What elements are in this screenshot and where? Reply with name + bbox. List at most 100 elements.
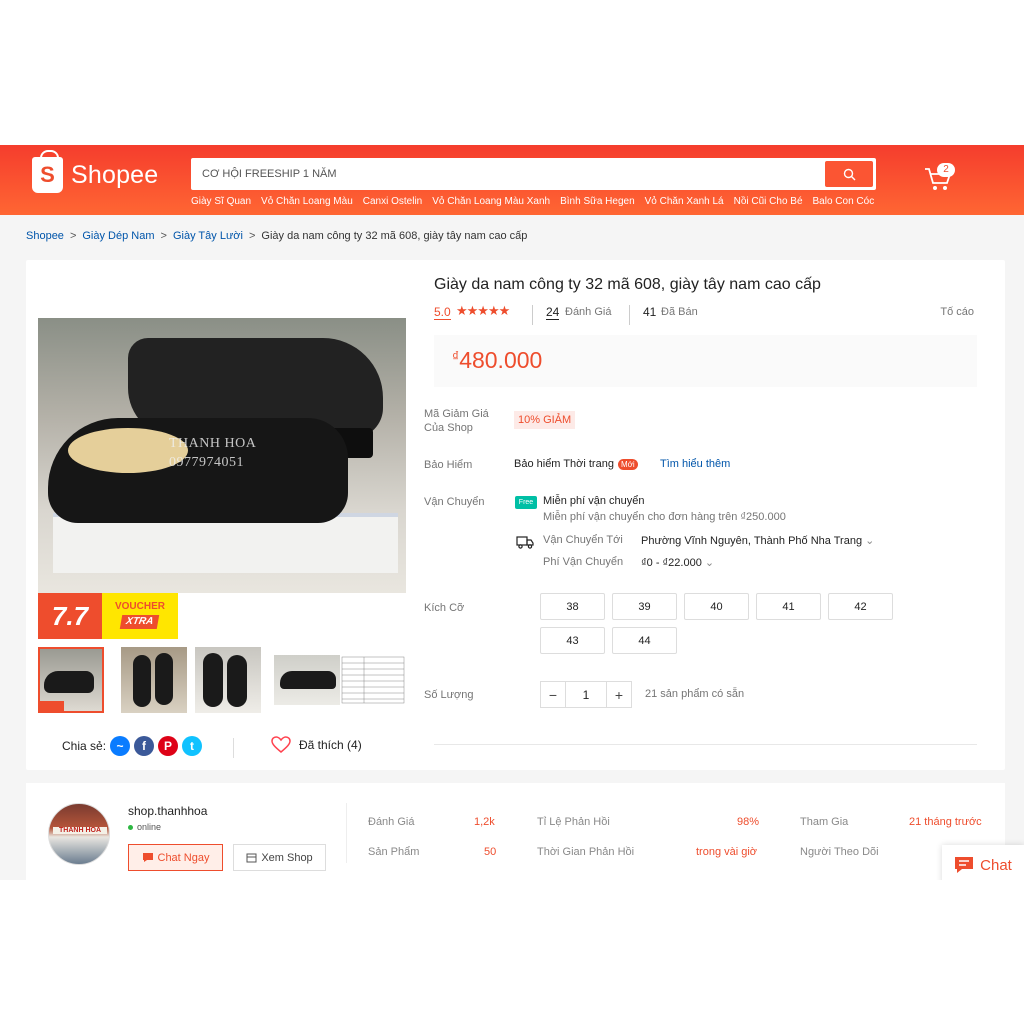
shopping-bag-icon: S (32, 150, 63, 193)
thumbnail-promo (40, 701, 64, 711)
size-option[interactable]: 43 (540, 627, 605, 654)
shop-voucher-tag[interactable]: 10% GIẢM (514, 411, 576, 429)
quantity-input[interactable]: 1 (566, 681, 606, 708)
learn-more-link[interactable]: Tìm hiểu thêm (660, 458, 730, 470)
breadcrumb-link[interactable]: Shopee (26, 230, 64, 242)
thumbnail[interactable] (195, 647, 261, 713)
ship-to-location[interactable]: Phường Vĩnh Nguyên, Thành Phố Nha Trang … (641, 534, 874, 547)
keyword-link[interactable]: Nồi Cũi Cho Bé (734, 196, 803, 207)
cart-count-badge: 2 (937, 163, 955, 177)
shop-stat-label: Sản Phẩm (368, 846, 420, 858)
size-option[interactable]: 40 (684, 593, 749, 620)
sold-label: Đã Bán (661, 306, 698, 318)
watermark-line: THANH HOA (169, 436, 257, 451)
product-title: Giày da nam công ty 32 mã 608, giày tây … (434, 276, 821, 293)
quantity-stepper: − 1 + (540, 681, 632, 708)
product-main-image[interactable]: THANH HOA 0977974051 (38, 318, 406, 593)
shipping-fee[interactable]: ₫0 - ₫22.000 ⌄ (641, 556, 714, 569)
pinterest-icon[interactable]: P (158, 736, 179, 756)
search-button[interactable] (825, 161, 873, 187)
keyword-link[interactable]: Canxi Ostelin (363, 196, 422, 207)
view-shop-label: Xem Shop (261, 851, 313, 864)
breadcrumb-link[interactable]: Giày Tây Lười (173, 230, 243, 242)
search-input[interactable]: CƠ HỘI FREESHIP 1 NĂM (202, 168, 337, 180)
review-label: Đánh Giá (565, 306, 612, 318)
size-option[interactable]: 39 (612, 593, 677, 620)
chevron-right-icon: > (248, 230, 256, 242)
shop-name[interactable]: shop.thanhhoa (128, 804, 207, 818)
breadcrumb-link[interactable]: Giày Dép Nam (82, 230, 154, 242)
view-shop-button[interactable]: Xem Shop (233, 844, 326, 871)
thumbnail[interactable] (38, 647, 104, 713)
voucher-label-line: Của Shop (424, 422, 473, 434)
rating-stars-icon: ★★★★★ (456, 303, 510, 318)
shop-stat-value: 50 (484, 846, 497, 858)
favorite-count-label: Đã thích (4) (299, 738, 362, 752)
review-count[interactable]: 24 (546, 305, 560, 320)
shopee-logo[interactable]: S Shopee (32, 150, 158, 193)
thumbnail[interactable] (340, 647, 406, 713)
chat-now-button[interactable]: Chat Ngay (128, 844, 223, 871)
price-value: 480.000 (459, 347, 543, 373)
share-row: Chia sẻ: ~ f P t (62, 736, 203, 756)
free-shipping-title: Miễn phí vận chuyển (543, 495, 645, 507)
thumbnail[interactable] (121, 647, 187, 713)
chevron-down-icon: ⌄ (704, 557, 715, 569)
size-chart-thumbnail (341, 656, 405, 704)
insurance-label: Bảo Hiểm (424, 459, 473, 471)
product-stats: 5.0 ★★★★★ 24 Đánh Giá 41 Đã Bán Tố cáo (434, 303, 974, 325)
thumbnail-shoe (133, 655, 151, 707)
shop-stat-value: trong vài giờ (696, 846, 758, 858)
keyword-link[interactable]: Balo Con Cóc (813, 196, 875, 207)
keyword-link[interactable]: Giày Sĩ Quan (191, 196, 251, 207)
thumbnail-shoe (44, 671, 94, 693)
facebook-icon[interactable]: f (134, 736, 155, 756)
shop-stat-value: 21 tháng trước (909, 816, 982, 828)
promo-xtra-label: XTRA (120, 615, 160, 629)
chevron-right-icon: > (69, 230, 77, 242)
shop-info-card: THANH HOA shop.thanhhoa online Chat Ngay… (26, 783, 1005, 880)
keyword-link[interactable]: Vỏ Chăn Loang Màu (261, 196, 353, 207)
report-link[interactable]: Tố cáo (940, 306, 974, 318)
chevron-down-icon: ⌄ (865, 535, 875, 547)
shop-stat-value: 1,2k (474, 816, 495, 828)
chat-bubble-icon (955, 857, 974, 873)
voucher-label: Mã Giảm Giá Của Shop (424, 407, 489, 435)
search-icon (843, 168, 855, 180)
shop-stat-label: Tham Gia (800, 816, 849, 828)
quantity-label: Số Lượng (424, 689, 474, 701)
twitter-icon[interactable]: t (182, 736, 203, 756)
avatar-text: THANH HOA (53, 827, 107, 834)
shopee-page: S Shopee CƠ HỘI FREESHIP 1 NĂM Giày Sĩ Q… (0, 145, 1024, 880)
share-label: Chia sẻ: (62, 739, 107, 753)
heart-icon (271, 736, 291, 753)
quantity-decrease-button[interactable]: − (540, 681, 566, 708)
size-label: Kích Cỡ (424, 602, 465, 614)
insurance-text: Bảo hiểm Thời trang (514, 458, 614, 470)
size-option[interactable]: 41 (756, 593, 821, 620)
quantity-increase-button[interactable]: + (606, 681, 632, 708)
messenger-icon[interactable]: ~ (110, 736, 131, 756)
rating-value[interactable]: 5.0 (434, 305, 451, 320)
thumbnail[interactable] (274, 647, 340, 713)
product-price: ₫480.000 (452, 347, 542, 374)
ship-to-value: Phường Vĩnh Nguyên, Thành Phố Nha Trang (641, 535, 863, 547)
shop-avatar[interactable]: THANH HOA (48, 803, 110, 865)
thumbnail-shoe (227, 655, 247, 707)
chat-icon (142, 853, 153, 862)
floating-chat-button[interactable]: Chat (942, 845, 1024, 880)
header: S Shopee CƠ HỘI FREESHIP 1 NĂM Giày Sĩ Q… (0, 145, 1024, 215)
size-option[interactable]: 42 (828, 593, 893, 620)
size-option[interactable]: 38 (540, 593, 605, 620)
size-option[interactable]: 44 (612, 627, 677, 654)
thumbnail-strip (38, 647, 408, 715)
favorite-button[interactable]: Đã thích (4) (271, 736, 362, 754)
keyword-link[interactable]: Vỏ Chăn Xanh Lá (645, 196, 724, 207)
keyword-link[interactable]: Bình Sữa Hegen (560, 196, 635, 207)
price-box: ₫480.000 (434, 335, 977, 387)
online-status-text: online (137, 822, 162, 832)
keyword-link[interactable]: Vỏ Chăn Loang Màu Xanh (432, 196, 550, 207)
search-bar[interactable]: CƠ HỘI FREESHIP 1 NĂM (191, 158, 876, 190)
shop-stat-value: 98% (737, 816, 760, 828)
sold-count: 41 (643, 305, 657, 319)
